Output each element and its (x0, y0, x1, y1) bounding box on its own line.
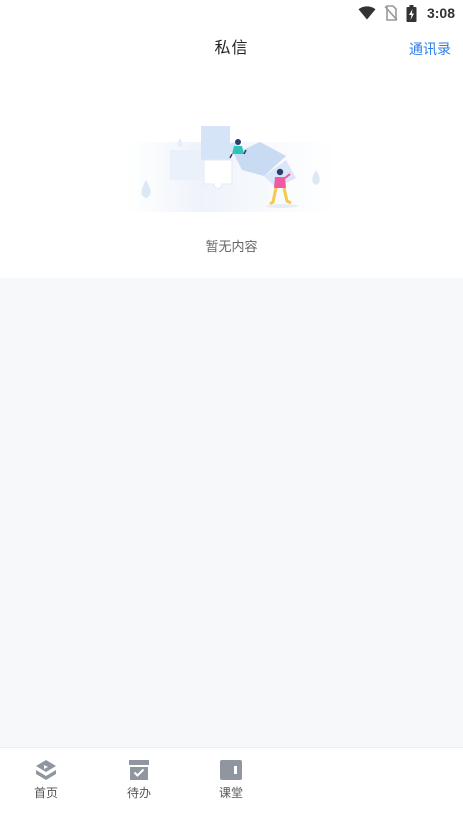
private-messages-screen: 3:08 私信 通讯录 暂无内容 首页 待办 课堂 (0, 0, 463, 823)
nav-item-todo[interactable]: 待办 (109, 758, 169, 802)
empty-state: 暂无内容 (0, 74, 463, 278)
contacts-button[interactable]: 通讯录 (409, 26, 451, 74)
todo-icon (129, 760, 149, 780)
classroom-icon (220, 760, 242, 780)
battery-charging-icon (406, 4, 417, 22)
puzzle-illustration (126, 126, 338, 212)
no-sim-icon (384, 5, 398, 21)
status-time: 3:08 (426, 5, 455, 21)
empty-state-text: 暂无内容 (205, 239, 258, 254)
wifi-icon (358, 6, 376, 20)
bottom-nav: 首页 待办 课堂 (0, 747, 463, 823)
page-title: 私信 (214, 40, 249, 57)
home-icon (36, 760, 56, 780)
status-bar: 3:08 (0, 0, 463, 26)
nav-fade-overlay (303, 748, 463, 823)
status-icons: 3:08 (358, 4, 455, 22)
header: 私信 通讯录 (0, 26, 463, 74)
nav-label-home: 首页 (33, 786, 58, 800)
nav-item-classroom[interactable]: 课堂 (201, 758, 261, 802)
nav-label-classroom: 课堂 (218, 786, 243, 800)
nav-label-todo: 待办 (126, 786, 151, 800)
nav-item-home[interactable]: 首页 (16, 758, 76, 802)
